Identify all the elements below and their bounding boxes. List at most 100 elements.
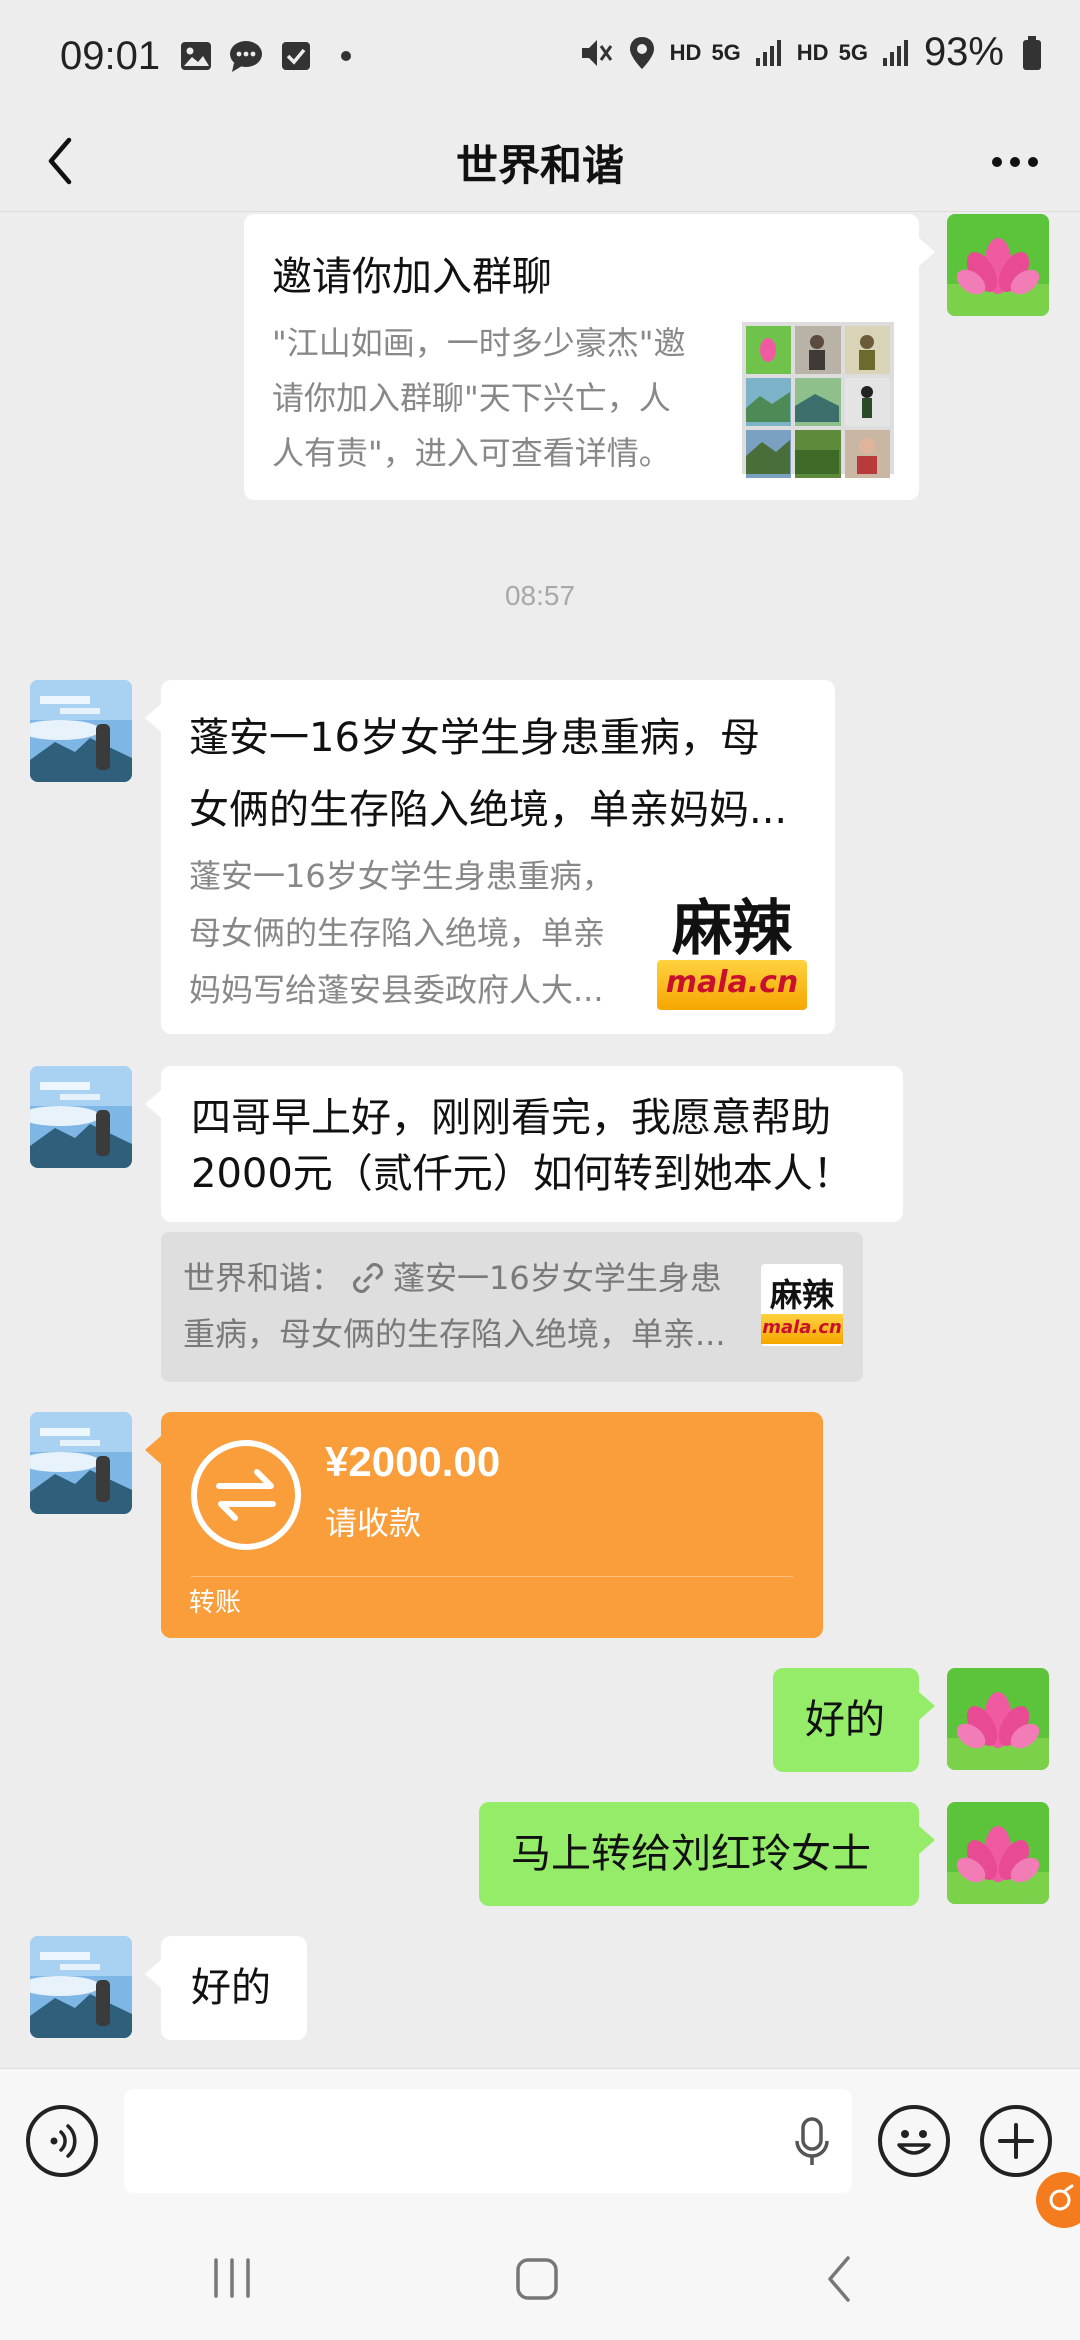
- more-button[interactable]: [980, 132, 1050, 192]
- smile-icon: [897, 2130, 931, 2155]
- mute-icon: [578, 35, 614, 71]
- notification-icons: [178, 38, 364, 74]
- article-desc-line: 母女俩的生存陷入绝境，单亲: [189, 914, 606, 952]
- system-icons: HD 5G HD 5G 93%: [578, 30, 1050, 75]
- invite-desc: "江山如画，一时多少豪杰"邀 请你加入群聊"天下兴亡，人 人有责"，进入可查看详…: [272, 316, 712, 481]
- message-line: 2000元（贰仟元）如何转到她本人！: [191, 1151, 853, 1197]
- landscape-avatar-icon: [30, 1066, 132, 1168]
- microphone-icon[interactable]: [794, 2117, 830, 2167]
- recent-apps-icon[interactable]: [210, 2256, 254, 2300]
- invite-desc-line: 人有责"，进入可查看详情。: [272, 434, 671, 472]
- group-member-thumb: [746, 378, 792, 426]
- message-text: 好的: [805, 1697, 885, 1743]
- mala-logo: 麻辣 mala.cn: [657, 874, 807, 1014]
- checkbox-icon: [278, 38, 314, 74]
- quote-sender: 世界和谐：: [183, 1259, 344, 1297]
- emoji-button[interactable]: [878, 2105, 950, 2177]
- quote-thumb: 麻辣 mala.cn: [761, 1264, 843, 1346]
- bubble-tail: [145, 1960, 161, 1988]
- avatar-sender[interactable]: [30, 1412, 132, 1514]
- home-icon[interactable]: [514, 2256, 560, 2302]
- message-bubble-sent[interactable]: 好的: [773, 1668, 935, 1772]
- landscape-avatar-icon: [30, 1936, 132, 2038]
- status-time: 09:01: [60, 34, 161, 78]
- message-input[interactable]: [124, 2089, 852, 2193]
- invite-desc-line: 请你加入群聊"天下兴亡，人: [272, 379, 671, 417]
- transfer-divider: [191, 1576, 793, 1577]
- avatar-self[interactable]: [947, 214, 1049, 316]
- floating-assistant-icon: [1049, 2184, 1074, 2211]
- avatar-self[interactable]: [947, 1668, 1049, 1770]
- group-member-thumb: [844, 378, 890, 426]
- dot-icon: [328, 38, 364, 74]
- link-icon: [352, 1262, 384, 1294]
- bubble-tail: [919, 1692, 935, 1720]
- hd-label-1: HD: [669, 39, 702, 65]
- message-icon: [228, 38, 264, 74]
- avatar-sender[interactable]: [30, 1936, 132, 2038]
- quoted-message[interactable]: 世界和谐： 蓬安一16岁女学生身患 重病，母女俩的生存陷入绝境，单亲... 麻辣…: [161, 1232, 863, 1382]
- group-member-thumb: [844, 326, 890, 374]
- quote-title-start: 蓬安一16岁女学生身患: [393, 1259, 722, 1297]
- bubble-tail: [919, 1826, 935, 1854]
- bubble-tail: [145, 1090, 161, 1118]
- landscape-avatar-icon: [30, 1412, 132, 1514]
- transfer-label: 转账: [189, 1588, 242, 1618]
- group-member-thumb: [746, 326, 792, 374]
- group-member-thumb: [795, 326, 841, 374]
- network-label-1: 5G: [711, 39, 741, 65]
- quote-line: 世界和谐： 蓬安一16岁女学生身患: [183, 1250, 743, 1306]
- voice-mode-button[interactable]: [26, 2105, 98, 2177]
- lotus-avatar-icon: [947, 1802, 1049, 1904]
- avatar-sender[interactable]: [30, 1066, 132, 1168]
- article-title-line: 女俩的生存陷入绝境，单亲妈妈...: [189, 787, 788, 833]
- transfer-action: 请收款: [325, 1504, 422, 1542]
- lotus-avatar-icon: [947, 214, 1049, 316]
- bubble-tail: [919, 238, 935, 266]
- chat-title: 世界和谐: [455, 141, 624, 190]
- message-bubble[interactable]: 好的: [145, 1936, 307, 2040]
- location-icon: [624, 35, 660, 71]
- mala-logo-cn: 麻辣: [672, 894, 792, 964]
- quote-text: 世界和谐： 蓬安一16岁女学生身患 重病，母女俩的生存陷入绝境，单亲...: [183, 1250, 743, 1362]
- article-title: 蓬安一16岁女学生身患重病，母 女俩的生存陷入绝境，单亲妈妈...: [189, 702, 819, 846]
- group-avatar-grid: [742, 322, 894, 478]
- time-divider: 08:57: [504, 580, 576, 611]
- group-member-thumb: [795, 430, 841, 478]
- mala-logo-en: mala.cn: [761, 1314, 843, 1344]
- invite-card[interactable]: 邀请你加入群聊 "江山如画，一时多少豪杰"邀 请你加入群聊"天下兴亡，人 人有责…: [244, 214, 935, 500]
- transfer-icon: [191, 1440, 301, 1550]
- battery-percent: 93%: [923, 30, 1004, 74]
- floating-assistant-button[interactable]: [1036, 2172, 1080, 2228]
- quote-line: 重病，母女俩的生存陷入绝境，单亲...: [183, 1315, 726, 1353]
- invite-desc-line: "江山如画，一时多少豪杰"邀: [272, 324, 686, 362]
- avatar-self[interactable]: [947, 1802, 1049, 1904]
- group-member-thumb: [844, 430, 890, 478]
- article-card[interactable]: 蓬安一16岁女学生身患重病，母 女俩的生存陷入绝境，单亲妈妈... 蓬安一16岁…: [145, 680, 835, 1034]
- message-bubble-sent[interactable]: 马上转给刘红玲女士: [479, 1802, 935, 1906]
- hd-label-2: HD: [796, 39, 829, 65]
- mala-logo-cn: 麻辣: [769, 1276, 834, 1314]
- more-icon: [992, 157, 1038, 167]
- battery-icon: [1014, 35, 1050, 71]
- message-bubble[interactable]: 四哥早上好，刚刚看完，我愿意帮助 2000元（贰仟元）如何转到她本人！: [145, 1066, 903, 1222]
- group-member-thumb: [795, 378, 841, 426]
- signal-icon-2: [878, 35, 914, 71]
- article-title-line: 蓬安一16岁女学生身患重病，母: [189, 715, 760, 761]
- status-bar: 09:01 HD 5G HD 5G 93%: [0, 0, 1080, 110]
- network-label-2: 5G: [838, 39, 868, 65]
- gallery-icon: [178, 38, 214, 74]
- landscape-avatar-icon: [30, 680, 132, 782]
- title-bar: 世界和谐: [0, 110, 1080, 212]
- group-member-thumb: [746, 430, 792, 478]
- voice-wave-icon: [50, 2124, 77, 2158]
- more-actions-button[interactable]: [980, 2105, 1052, 2177]
- lotus-avatar-icon: [947, 1668, 1049, 1770]
- transfer-card[interactable]: ¥2000.00 请收款 转账: [145, 1412, 823, 1638]
- plus-icon: [998, 2123, 1034, 2159]
- nav-back-icon[interactable]: [824, 2254, 854, 2304]
- avatar-sender[interactable]: [30, 680, 132, 782]
- message-line: 四哥早上好，刚刚看完，我愿意帮助: [191, 1095, 831, 1141]
- input-bar: [0, 2068, 1080, 2218]
- bubble-tail: [145, 1436, 161, 1464]
